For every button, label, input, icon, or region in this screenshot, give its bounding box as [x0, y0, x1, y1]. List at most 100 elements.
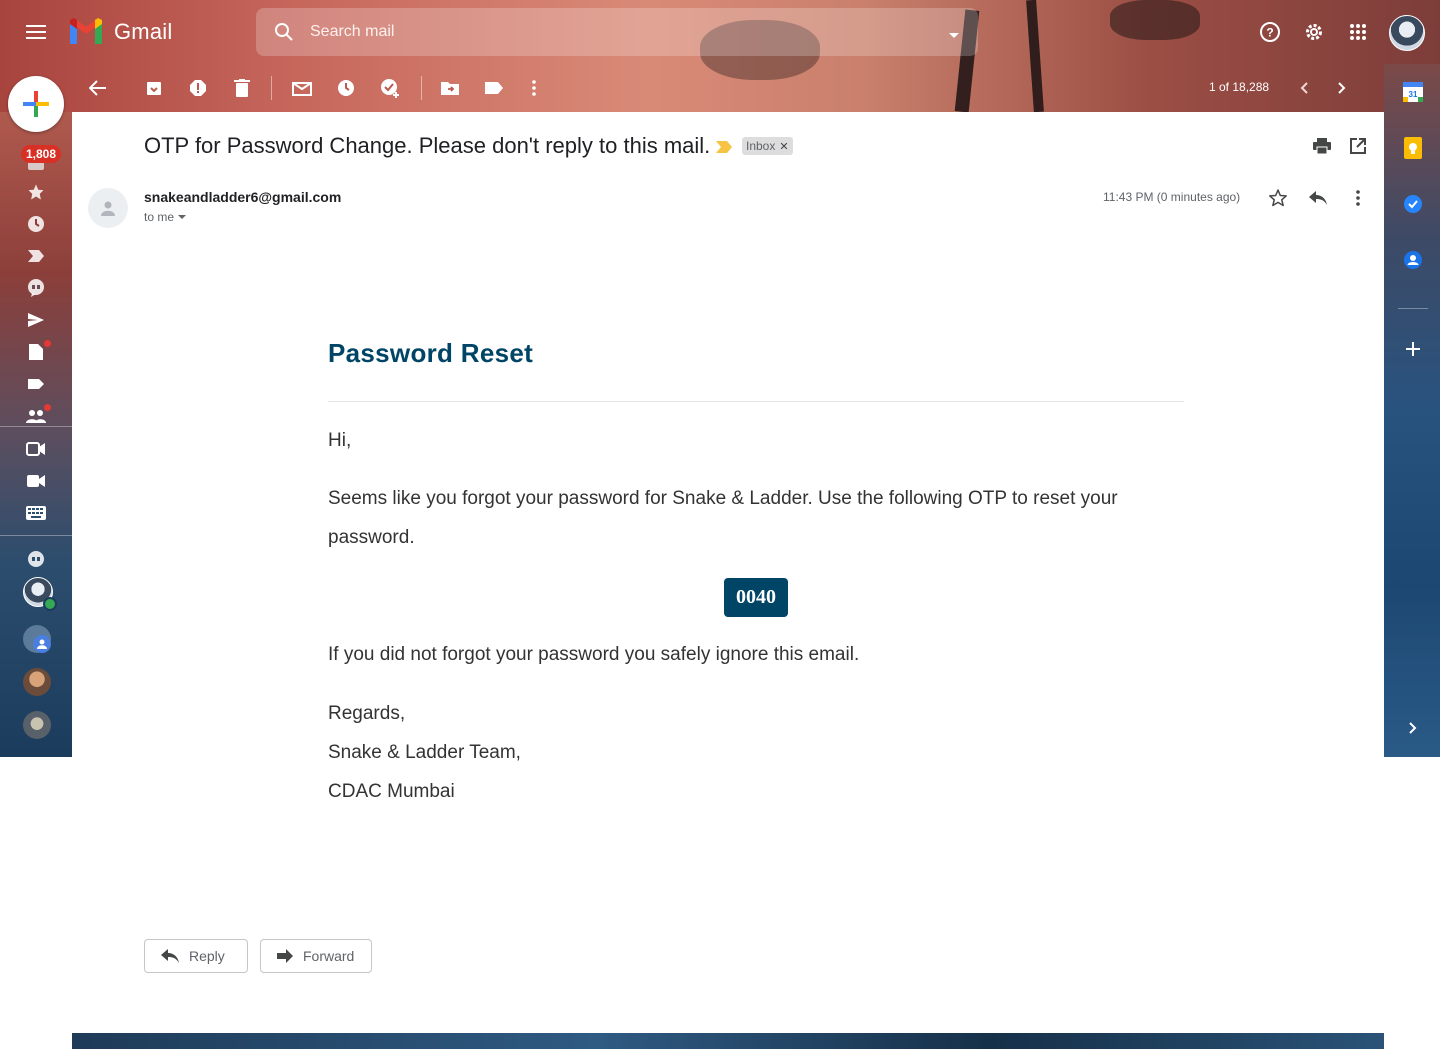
- open-new-window-button[interactable]: [1346, 134, 1370, 158]
- get-addons-button[interactable]: [1401, 337, 1425, 361]
- gmail-logo[interactable]: Gmail: [68, 18, 172, 46]
- more-vert-icon: [1356, 190, 1360, 206]
- forward-button[interactable]: Forward: [260, 939, 372, 973]
- person-icon: [101, 201, 115, 216]
- heading-divider: [328, 401, 1184, 402]
- draft-icon: [29, 344, 43, 360]
- search-input[interactable]: Search mail: [310, 23, 394, 41]
- keep-icon: [1404, 137, 1422, 159]
- email-heading: Password Reset: [328, 338, 534, 368]
- back-button[interactable]: [86, 76, 110, 100]
- theme-background-left: [0, 112, 72, 757]
- more-actions-button[interactable]: [522, 76, 546, 100]
- inbox-label-chip: Inbox ✕: [742, 137, 793, 155]
- show-side-panel-button[interactable]: [1401, 716, 1425, 740]
- remove-label-icon[interactable]: ✕: [779, 140, 788, 153]
- svg-text:?: ?: [1266, 26, 1273, 40]
- chevron-right-icon: [1409, 722, 1417, 734]
- rail-divider: [0, 426, 72, 427]
- star-button[interactable]: [1266, 186, 1290, 210]
- support-button[interactable]: ?: [1250, 12, 1290, 52]
- email-subject: OTP for Password Change. Please don't re…: [144, 133, 711, 158]
- help-icon: ?: [1260, 22, 1280, 42]
- print-icon: [1313, 138, 1331, 154]
- nav-my-meetings[interactable]: [24, 469, 48, 493]
- more-options-button[interactable]: [1346, 186, 1370, 210]
- toolbar-divider: [421, 76, 422, 100]
- important-marker-icon[interactable]: [716, 140, 732, 158]
- nav-chats[interactable]: [24, 276, 48, 300]
- nav-labels[interactable]: [24, 372, 48, 396]
- search-icon[interactable]: [274, 22, 294, 42]
- forward-label: Forward: [303, 948, 355, 964]
- message-timestamp: 11:43 PM (0 minutes ago): [1103, 190, 1241, 204]
- add-to-tasks-button[interactable]: [378, 76, 402, 100]
- theme-background-bottom: [72, 1033, 1384, 1049]
- calendar-app[interactable]: 31: [1401, 80, 1425, 104]
- nav-important[interactable]: [24, 244, 48, 268]
- archive-button[interactable]: [142, 76, 166, 100]
- contacts-icon: [1404, 251, 1422, 269]
- delete-button[interactable]: [230, 76, 254, 100]
- contacts-app[interactable]: [1401, 248, 1425, 272]
- nav-snoozed[interactable]: [24, 212, 48, 236]
- report-spam-button[interactable]: [186, 76, 210, 100]
- recipient-text: to me: [144, 210, 175, 224]
- sender-email[interactable]: snakeandladder6@gmail.com: [144, 189, 341, 205]
- contact-avatar[interactable]: [23, 711, 51, 739]
- hamburger-icon: [26, 25, 46, 39]
- search-bar[interactable]: Search mail: [256, 8, 978, 56]
- newer-button[interactable]: [1292, 76, 1316, 100]
- svg-text:31: 31: [1409, 90, 1418, 99]
- mark-unread-button[interactable]: [290, 76, 314, 100]
- tasks-app[interactable]: [1401, 192, 1425, 216]
- nav-starred[interactable]: [24, 180, 48, 204]
- body-paragraph-line: password.: [328, 527, 415, 548]
- pagination-counter: 1 of 18,288: [1209, 80, 1270, 94]
- nav-sent[interactable]: [24, 308, 48, 332]
- labels-button[interactable]: [482, 76, 506, 100]
- sender-avatar[interactable]: [88, 188, 128, 228]
- open-in-new-icon: [1350, 138, 1366, 154]
- main-menu-button[interactable]: [16, 12, 56, 52]
- star-icon: [28, 184, 44, 200]
- label-icon: [28, 379, 44, 389]
- compose-button[interactable]: [8, 76, 64, 132]
- label-chip-text: Inbox: [746, 139, 776, 153]
- gear-icon: [1306, 24, 1322, 40]
- snooze-button[interactable]: [334, 76, 358, 100]
- settings-button[interactable]: [1294, 12, 1334, 52]
- people-icon: [26, 410, 46, 423]
- greeting-text: Hi,: [328, 430, 352, 451]
- app-name: Gmail: [114, 19, 173, 44]
- caret-down-icon: [178, 214, 187, 219]
- calendar-icon: 31: [1403, 82, 1423, 102]
- older-button[interactable]: [1330, 76, 1354, 100]
- reply-button[interactable]: Reply: [144, 939, 248, 973]
- reply-button-header[interactable]: [1306, 186, 1330, 210]
- drafts-notification-dot: [44, 340, 51, 347]
- move-to-button[interactable]: [438, 76, 462, 100]
- add-task-icon: [381, 79, 399, 98]
- theme-background-right: [1384, 64, 1440, 757]
- nav-join-meeting[interactable]: [24, 501, 48, 525]
- nav-hangouts[interactable]: [24, 548, 48, 572]
- chevron-left-icon: [1300, 82, 1308, 94]
- nav-new-meeting[interactable]: [24, 437, 48, 461]
- important-icon: [28, 250, 44, 262]
- print-all-button[interactable]: [1310, 134, 1334, 158]
- account-avatar[interactable]: [1389, 15, 1425, 51]
- apps-button[interactable]: [1338, 12, 1378, 52]
- recipient-details-toggle[interactable]: to me: [144, 210, 187, 224]
- trash-icon: [234, 79, 250, 97]
- body-paragraph-line: If you did not forgot your password you …: [328, 644, 860, 665]
- message-panel: [72, 112, 1384, 1033]
- reply-icon: [161, 949, 179, 963]
- keep-app[interactable]: [1401, 136, 1425, 160]
- more-vert-icon: [532, 80, 536, 96]
- person-icon: [33, 635, 51, 653]
- signature-line: CDAC Mumbai: [328, 781, 455, 802]
- keyboard-icon: [26, 506, 46, 520]
- search-options-icon[interactable]: [948, 27, 960, 45]
- contact-avatar[interactable]: [23, 668, 51, 696]
